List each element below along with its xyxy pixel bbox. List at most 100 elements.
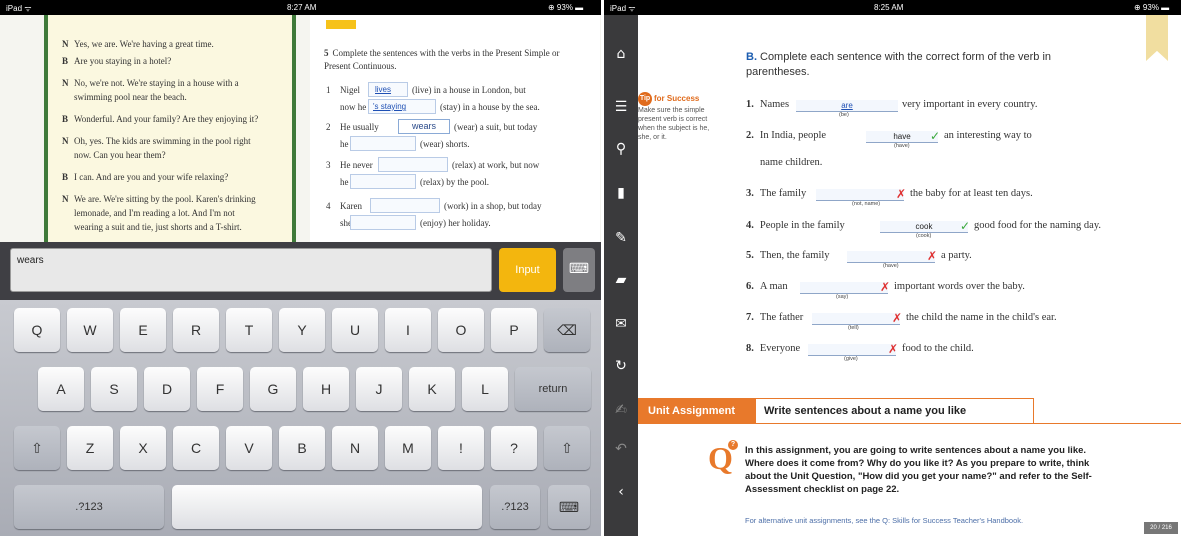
sentence-text: a party. xyxy=(941,250,972,261)
key-e[interactable]: E xyxy=(120,308,166,352)
sentence-number: 4. xyxy=(746,220,754,231)
dialogue-line: wearing a suit and tie, just shorts and … xyxy=(62,220,294,234)
unit-assignment-title: Write sentences about a name you like xyxy=(756,398,1034,424)
book-icon[interactable]: ▮ xyxy=(609,181,633,205)
sentence-3: 3. The family xyxy=(746,188,806,199)
key-s[interactable]: S xyxy=(91,367,137,411)
answer-blank[interactable]: lives xyxy=(368,82,408,97)
pen-icon[interactable]: ✎ xyxy=(609,226,633,250)
item-text: Karen xyxy=(340,201,362,211)
sentence-number: 1. xyxy=(746,99,754,110)
key-d[interactable]: D xyxy=(144,367,190,411)
key-k[interactable]: K xyxy=(409,367,455,411)
answer-blank[interactable] xyxy=(350,174,416,189)
answer-blank[interactable] xyxy=(378,157,448,172)
answer-blank[interactable] xyxy=(800,282,888,294)
answer-blank[interactable]: are xyxy=(796,100,898,112)
tip-text: Make sure the simple present verb is cor… xyxy=(638,107,710,141)
sentence-text: A man xyxy=(759,281,788,292)
q-logo-dot: ? xyxy=(728,440,738,450)
key-exclamation[interactable]: ! xyxy=(438,426,484,470)
status-bar-left: iPad ᯤ 8:27 AM ⊕ 93% ▬ xyxy=(0,0,601,15)
key-u[interactable]: U xyxy=(332,308,378,352)
undo-icon[interactable]: ↶ xyxy=(609,437,633,461)
backspace-key[interactable]: ⌫ xyxy=(544,308,590,352)
hide-keyboard-icon[interactable]: ⌨ xyxy=(548,485,590,529)
key-l[interactable]: L xyxy=(462,367,508,411)
key-j[interactable]: J xyxy=(356,367,402,411)
item-number: 3 xyxy=(326,160,331,170)
item-text: Nigel xyxy=(340,85,360,95)
key-y[interactable]: Y xyxy=(279,308,325,352)
edit-icon[interactable]: ✍ xyxy=(609,398,633,422)
item-text: He usually xyxy=(340,122,379,132)
dialogue-line: B I can. And are you and your wife relaxi… xyxy=(62,170,294,184)
numbers-key-left[interactable]: .?123 xyxy=(14,485,164,529)
key-question[interactable]: ? xyxy=(491,426,537,470)
answer-blank[interactable]: cook xyxy=(880,221,968,233)
key-p[interactable]: P xyxy=(491,308,537,352)
answer-blank[interactable]: 's staying xyxy=(368,99,436,114)
bookmark-ribbon-icon[interactable] xyxy=(1146,15,1168,61)
home-icon[interactable]: ⌂ xyxy=(609,42,633,66)
item-text: (relax) at work, but now xyxy=(452,160,540,170)
list-icon[interactable]: ☰ xyxy=(609,95,633,119)
key-q[interactable]: Q xyxy=(14,308,60,352)
answer-blank[interactable] xyxy=(816,189,904,201)
exercise-number: 5 xyxy=(324,48,329,58)
space-bar[interactable] xyxy=(172,485,482,529)
shift-key-right[interactable]: ⇧ xyxy=(544,426,590,470)
answer-blank[interactable] xyxy=(350,215,416,230)
keyboard-toggle-icon[interactable]: ⌨ xyxy=(563,248,595,292)
filled-answer: lives xyxy=(375,85,392,94)
key-f[interactable]: F xyxy=(197,367,243,411)
speaker-label: B xyxy=(62,56,69,66)
incorrect-x-icon: ✗ xyxy=(892,311,903,325)
key-b[interactable]: B xyxy=(279,426,325,470)
note-icon[interactable]: ▰ xyxy=(609,268,633,292)
mail-icon[interactable]: ✉ xyxy=(609,312,633,336)
numbers-key-right[interactable]: .?123 xyxy=(490,485,540,529)
item-text: he xyxy=(340,177,349,187)
dialogue-text: Are you staying in a hotel? xyxy=(74,56,172,66)
sentence-number: 2. xyxy=(746,130,754,141)
key-m[interactable]: M xyxy=(385,426,431,470)
return-key[interactable]: return xyxy=(515,367,591,411)
answer-blank[interactable] xyxy=(370,198,440,213)
key-x[interactable]: X xyxy=(120,426,166,470)
answer-blank[interactable]: wears xyxy=(398,119,450,134)
incorrect-x-icon: ✗ xyxy=(896,187,907,201)
key-c[interactable]: C xyxy=(173,426,219,470)
key-r[interactable]: R xyxy=(173,308,219,352)
key-w[interactable]: W xyxy=(67,308,113,352)
key-t[interactable]: T xyxy=(226,308,272,352)
answer-blank[interactable] xyxy=(812,313,900,325)
key-g[interactable]: G xyxy=(250,367,296,411)
answer-blank[interactable] xyxy=(808,344,896,356)
back-icon[interactable]: ‹ xyxy=(609,480,633,504)
speaker-label: B xyxy=(62,172,69,182)
answer-input[interactable]: wears xyxy=(10,248,492,292)
verb-hint: (say) xyxy=(836,294,849,300)
shift-key-left[interactable]: ⇧ xyxy=(14,426,60,470)
answer-blank[interactable] xyxy=(847,251,935,263)
sync-icon[interactable]: ↻ xyxy=(609,354,633,378)
answer-blank[interactable] xyxy=(350,136,416,151)
carrier-label: iPad ᯤ xyxy=(610,4,636,13)
key-h[interactable]: H xyxy=(303,367,349,411)
exercise-panel: 5 Complete the sentences with the verbs i… xyxy=(310,15,600,243)
key-o[interactable]: O xyxy=(438,308,484,352)
key-i[interactable]: I xyxy=(385,308,431,352)
key-a[interactable]: A xyxy=(38,367,84,411)
key-n[interactable]: N xyxy=(332,426,378,470)
sentence-text: good food for the naming day. xyxy=(974,220,1102,231)
input-button[interactable]: Input xyxy=(499,248,556,292)
answer-blank[interactable]: have xyxy=(866,131,938,143)
key-v[interactable]: V xyxy=(226,426,272,470)
key-z[interactable]: Z xyxy=(67,426,113,470)
search-icon[interactable]: ⚲ xyxy=(609,137,633,161)
sentence-number: 8. xyxy=(746,343,754,354)
dialogue-text: now. Can you hear them? xyxy=(74,150,166,160)
sentence-6: 6. A man xyxy=(746,281,788,292)
item-text: (enjoy) her holiday. xyxy=(420,218,491,228)
